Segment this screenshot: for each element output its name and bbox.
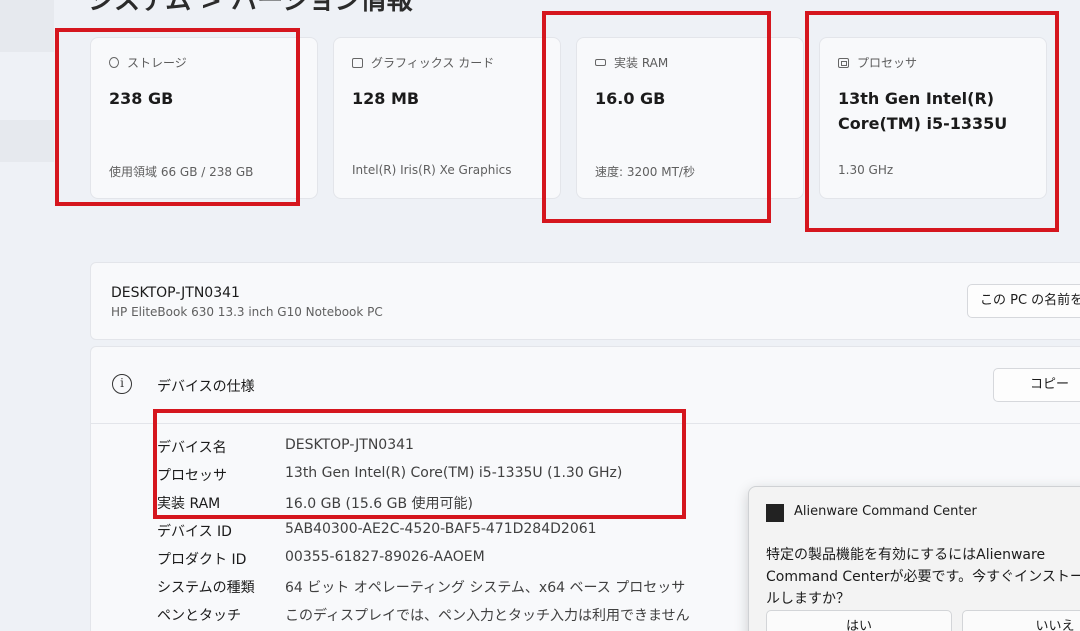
info-icon: i [112, 374, 132, 394]
spec-key: デバイス ID [157, 524, 232, 540]
spec-key: プロダクト ID [157, 552, 247, 568]
notification-app-name: Alienware Command Center [794, 504, 977, 519]
highlight-box [805, 11, 1059, 232]
copy-button[interactable]: コピー [993, 368, 1080, 402]
device-name: DESKTOP-JTN0341 [111, 285, 240, 301]
card-label: グラフィックス カード [371, 56, 495, 70]
device-model: HP EliteBook 630 13.3 inch G10 Notebook … [111, 305, 383, 319]
graphics-card-icon [352, 57, 363, 68]
settings-window: システム > バージョン情報 ストレージ 238 GB 使用領域 66 GB /… [0, 0, 1080, 631]
card-value: 128 MB [352, 89, 420, 108]
spec-key: システムの種類 [157, 580, 255, 596]
device-name-panel: DESKTOP-JTN0341 HP EliteBook 630 13.3 in… [90, 262, 1080, 340]
nav-item-stub[interactable] [0, 120, 54, 162]
card-sub: Intel(R) Iris(R) Xe Graphics [352, 163, 512, 177]
highlight-box [542, 11, 771, 223]
spec-value: 00355-61827-89026-AAOEM [285, 549, 485, 565]
device-specs-title: デバイスの仕様 [157, 379, 255, 395]
nav-item-stub[interactable] [0, 0, 54, 52]
highlight-box [153, 409, 686, 519]
notification-message: 特定の製品機能を有効にするにはAlienware Command Centerが… [766, 547, 1080, 607]
alienware-notification[interactable]: Alienware Command Center 特定の製品機能を有効にするには… [748, 486, 1080, 631]
spec-value: このディスプレイでは、ペン入力とタッチ入力は利用できません [285, 608, 690, 624]
graphics-card[interactable]: グラフィックス カード 128 MB Intel(R) Iris(R) Xe G… [333, 37, 561, 199]
spec-value: 5AB40300-AE2C-4520-BAF5-471D284D2061 [285, 521, 597, 537]
no-button[interactable]: いいえ [962, 610, 1080, 631]
rename-pc-button[interactable]: この PC の名前を変更 [967, 284, 1080, 318]
alienware-logo-icon [766, 504, 784, 522]
spec-value: 64 ビット オペレーティング システム、x64 ベース プロセッサ [285, 580, 686, 596]
page-title: システム > バージョン情報 [88, 0, 413, 16]
yes-button[interactable]: はい [766, 610, 952, 631]
spec-key: ペンとタッチ [157, 608, 241, 624]
highlight-box [55, 28, 300, 206]
